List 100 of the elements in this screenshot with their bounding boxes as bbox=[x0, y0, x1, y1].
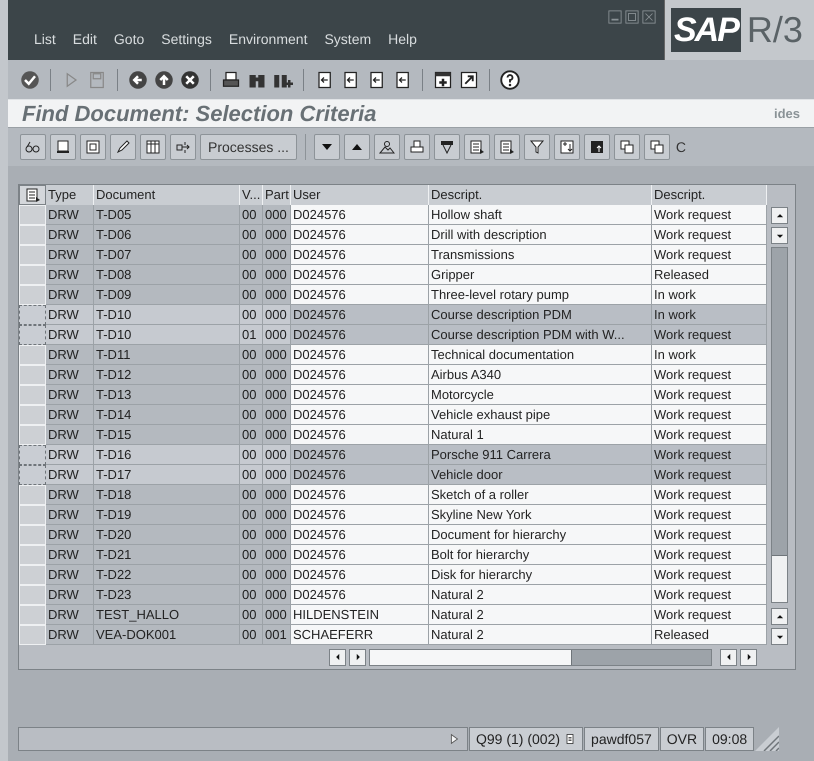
table-cell: DRW bbox=[46, 245, 94, 265]
mountain-icon bbox=[378, 139, 395, 155]
new-session-icon[interactable] bbox=[433, 70, 453, 90]
table-cell: Drill with description bbox=[429, 225, 652, 245]
column-header[interactable]: Type bbox=[46, 185, 94, 205]
maximize-icon[interactable] bbox=[625, 10, 639, 24]
scroll-up-button[interactable] bbox=[771, 608, 788, 625]
pencil-icon bbox=[115, 139, 131, 155]
menu-item[interactable]: System bbox=[324, 29, 372, 50]
list-button[interactable] bbox=[494, 134, 520, 160]
export-button[interactable] bbox=[554, 134, 580, 160]
grid-button[interactable] bbox=[140, 134, 166, 160]
shortcut-icon[interactable] bbox=[459, 70, 479, 90]
table-cell: In work bbox=[652, 285, 767, 305]
scroll-left-button[interactable] bbox=[720, 648, 737, 666]
column-header[interactable]: Descript. bbox=[429, 185, 652, 205]
column-header[interactable]: V... bbox=[240, 185, 263, 205]
scrollbar-thumb[interactable] bbox=[772, 248, 787, 556]
cancel-icon[interactable] bbox=[180, 70, 200, 90]
table-cell: DRW bbox=[46, 505, 94, 525]
table-cell: Course description PDM bbox=[429, 305, 652, 325]
menu-item[interactable]: Environment bbox=[228, 29, 308, 50]
toolbar-button-label[interactable]: C bbox=[674, 136, 686, 158]
table-cell: 00 bbox=[240, 425, 263, 445]
list-icon bbox=[24, 187, 40, 203]
row-selector[interactable] bbox=[19, 305, 46, 325]
pencil-button[interactable] bbox=[110, 134, 136, 160]
table-cell: 000 bbox=[263, 345, 291, 365]
list-button[interactable] bbox=[464, 134, 490, 160]
menu-item[interactable]: List bbox=[34, 29, 56, 50]
funnel-button[interactable] bbox=[524, 134, 550, 160]
scroll-down-button[interactable] bbox=[771, 227, 788, 244]
scroll-down-button[interactable] bbox=[771, 628, 788, 645]
table-cell: D024576 bbox=[291, 325, 429, 345]
layout-button[interactable] bbox=[19, 185, 46, 205]
table-cell: DRW bbox=[46, 305, 94, 325]
triangle-down-button[interactable] bbox=[314, 134, 340, 160]
table-cell: D024576 bbox=[291, 425, 429, 445]
table-cell: Work request bbox=[652, 405, 767, 425]
table-cell: Work request bbox=[652, 605, 767, 625]
import-icon bbox=[588, 139, 605, 155]
document-button[interactable] bbox=[80, 134, 106, 160]
table-cell: DRW bbox=[46, 625, 94, 645]
table-cell: 000 bbox=[263, 525, 291, 545]
back-icon[interactable] bbox=[128, 70, 148, 90]
glasses-button[interactable] bbox=[20, 134, 46, 160]
table-cell: T-D09 bbox=[94, 285, 240, 305]
row-selector[interactable] bbox=[19, 325, 46, 345]
row-selector[interactable] bbox=[19, 445, 46, 465]
menu-item[interactable]: Edit bbox=[72, 29, 97, 50]
filter-list-icon bbox=[438, 139, 455, 155]
table-cell: 00 bbox=[240, 285, 263, 305]
table-cell: Technical documentation bbox=[429, 345, 652, 365]
table-cell: 000 bbox=[263, 365, 291, 385]
triangle-up-button[interactable] bbox=[344, 134, 370, 160]
server-field: pawdf057 bbox=[584, 727, 659, 751]
table-cell: Released bbox=[652, 625, 767, 645]
column-header[interactable]: User bbox=[291, 185, 429, 205]
scroll-right-button[interactable] bbox=[349, 648, 366, 666]
printer-icon bbox=[408, 139, 425, 155]
system-info-field[interactable]: Q99 (1) (002) bbox=[469, 727, 584, 751]
table-cell: 00 bbox=[240, 345, 263, 365]
filter-list-button[interactable] bbox=[434, 134, 460, 160]
copy-icon bbox=[618, 139, 635, 155]
scroll-right-button[interactable] bbox=[740, 648, 757, 666]
minimize-icon[interactable] bbox=[608, 10, 622, 24]
copy-button[interactable] bbox=[614, 134, 640, 160]
printer-button[interactable] bbox=[404, 134, 430, 160]
processes-button[interactable]: Processes ... bbox=[200, 134, 297, 160]
ides-logo: ides bbox=[774, 104, 800, 123]
check-icon[interactable] bbox=[20, 70, 40, 90]
menu-item[interactable]: Goto bbox=[114, 29, 144, 50]
scrollbar-track[interactable] bbox=[771, 247, 788, 603]
scroll-left-button[interactable] bbox=[329, 648, 346, 666]
column-header[interactable]: Document bbox=[94, 185, 240, 205]
table-cell: 00 bbox=[240, 585, 263, 605]
column-header[interactable]: Descript. bbox=[652, 185, 767, 205]
document-button[interactable] bbox=[50, 134, 76, 160]
scrollbar-track[interactable] bbox=[369, 648, 712, 666]
row-selector[interactable] bbox=[19, 465, 46, 485]
menu-item[interactable]: Settings bbox=[161, 29, 212, 50]
table-cell: Course description PDM with W... bbox=[429, 325, 652, 345]
clipboard-icon[interactable] bbox=[564, 733, 576, 745]
column-header[interactable]: Part bbox=[263, 185, 291, 205]
menu-item[interactable]: Help bbox=[388, 29, 417, 50]
table-cell: HILDENSTEIN bbox=[291, 605, 429, 625]
import-button[interactable] bbox=[584, 134, 610, 160]
mountain-button[interactable] bbox=[374, 134, 400, 160]
copy-button[interactable] bbox=[644, 134, 670, 160]
table-cell: 00 bbox=[240, 385, 263, 405]
printer-icon[interactable] bbox=[221, 70, 241, 90]
resize-grip-icon[interactable] bbox=[755, 727, 780, 751]
close-icon[interactable] bbox=[642, 10, 656, 24]
flow-button[interactable] bbox=[170, 134, 196, 160]
table-cell: Bolt for hierarchy bbox=[429, 545, 652, 565]
scroll-up-button[interactable] bbox=[771, 207, 788, 224]
table-cell: D024576 bbox=[291, 445, 429, 465]
table-cell: Document for hierarchy bbox=[429, 525, 652, 545]
help-icon[interactable] bbox=[500, 70, 520, 90]
scrollbar-thumb[interactable] bbox=[370, 650, 572, 664]
